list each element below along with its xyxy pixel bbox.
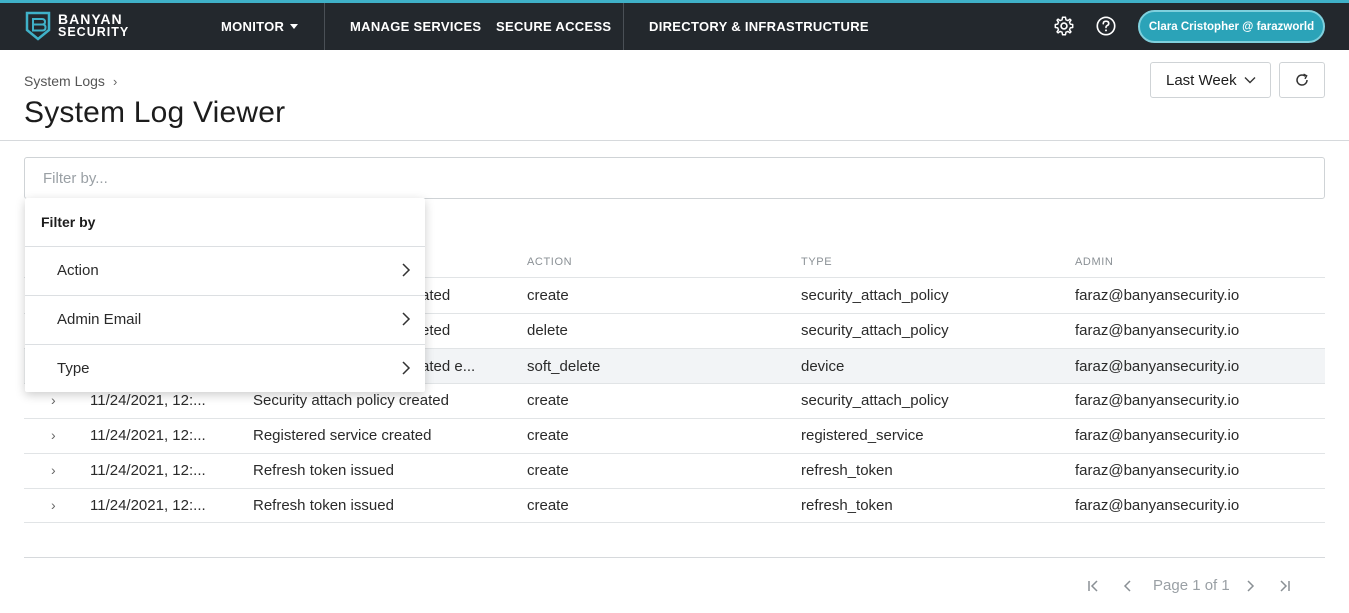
row-date: 11/24/2021, 12:... — [90, 497, 206, 514]
row-admin: faraz@banyansecurity.io — [1075, 358, 1240, 375]
column-header-type[interactable]: TYPE — [801, 256, 832, 268]
row-action: create — [527, 497, 569, 514]
chevron-down-icon — [1244, 77, 1256, 84]
row-type: device — [801, 358, 845, 375]
row-action: create — [527, 392, 569, 409]
breadcrumb-system-logs[interactable]: System Logs — [24, 73, 105, 89]
table-row[interactable]: › 11/24/2021, 12:... Refresh token issue… — [24, 453, 1325, 488]
chevron-right-icon — [402, 361, 411, 375]
gear-icon[interactable] — [1053, 15, 1075, 37]
row-action: create — [527, 462, 569, 479]
row-action: create — [527, 427, 569, 444]
row-action: delete — [527, 322, 568, 339]
row-type: refresh_token — [801, 497, 893, 514]
page-title: System Log Viewer — [24, 96, 286, 129]
row-admin: faraz@banyansecurity.io — [1075, 392, 1240, 409]
table-row[interactable]: › 11/24/2021, 12:... Refresh token issue… — [24, 488, 1325, 523]
user-account-button[interactable]: Clara Cristopher @ farazworld — [1138, 10, 1325, 43]
column-header-action[interactable]: ACTION — [527, 256, 572, 268]
nav-manage-services[interactable]: MANAGE SERVICES — [350, 3, 481, 50]
filter-option-label: Action — [57, 262, 99, 279]
row-admin: faraz@banyansecurity.io — [1075, 427, 1240, 444]
nav-divider — [623, 3, 624, 50]
filter-input[interactable] — [24, 157, 1325, 199]
filter-option-action[interactable]: Action — [25, 247, 425, 295]
nav-divider — [324, 3, 325, 50]
refresh-icon — [1296, 73, 1308, 86]
table-row[interactable]: › 11/24/2021, 12:... Registered service … — [24, 418, 1325, 453]
row-description: Refresh token issued — [253, 462, 394, 479]
row-action: soft_delete — [527, 358, 601, 375]
help-icon[interactable] — [1095, 15, 1117, 37]
filter-option-label: Admin Email — [57, 311, 142, 328]
banyan-logo[interactable]: BANYAN SECURITY — [24, 11, 129, 41]
row-description: Refresh token issued — [253, 497, 394, 514]
nav-monitor[interactable]: MONITOR — [221, 3, 299, 50]
breadcrumb: System Logs › — [24, 73, 117, 89]
caret-down-icon — [290, 24, 299, 29]
time-range-select[interactable]: Last Week — [1150, 62, 1271, 98]
row-description: eted — [421, 322, 451, 339]
first-page-icon[interactable] — [1086, 578, 1102, 594]
expand-chevron-icon[interactable]: › — [51, 488, 56, 523]
last-page-icon[interactable] — [1276, 578, 1292, 594]
row-description: ated — [421, 287, 451, 304]
page-indicator: Page 1 of 1 — [1153, 577, 1230, 594]
row-type: security_attach_policy — [801, 287, 949, 304]
nav-directory-infrastructure[interactable]: DIRECTORY & INFRASTRUCTURE — [649, 3, 869, 50]
filter-menu-title: Filter by — [41, 214, 96, 230]
banyan-shield-icon — [25, 11, 51, 41]
row-admin: faraz@banyansecurity.io — [1075, 462, 1240, 479]
row-type: refresh_token — [801, 462, 893, 479]
filter-dropdown-menu: Filter by Action Admin Email Type — [25, 198, 425, 392]
filter-option-admin-email[interactable]: Admin Email — [25, 296, 425, 344]
row-divider — [24, 522, 1325, 523]
row-type: registered_service — [801, 427, 924, 444]
row-action: create — [527, 287, 569, 304]
brand-subname: SECURITY — [58, 25, 130, 39]
row-admin: faraz@banyansecurity.io — [1075, 322, 1240, 339]
column-header-admin[interactable]: ADMIN — [1075, 256, 1113, 268]
footer-divider — [24, 557, 1325, 558]
expand-chevron-icon[interactable]: › — [51, 453, 56, 488]
row-description: Registered service created — [253, 427, 432, 444]
next-page-icon[interactable] — [1242, 578, 1258, 594]
row-date: 11/24/2021, 12:... — [90, 427, 206, 444]
row-date: 11/24/2021, 12:... — [90, 462, 206, 479]
row-type: security_attach_policy — [801, 322, 949, 339]
top-navigation-bar: BANYAN SECURITY MONITOR MANAGE SERVICES … — [0, 0, 1349, 50]
chevron-right-icon — [402, 263, 411, 277]
previous-page-icon[interactable] — [1120, 578, 1136, 594]
nav-monitor-label: MONITOR — [221, 19, 285, 34]
expand-chevron-icon[interactable]: › — [51, 418, 56, 453]
chevron-right-icon: › — [112, 73, 118, 89]
row-admin: faraz@banyansecurity.io — [1075, 497, 1240, 514]
nav-secure-access[interactable]: SECURE ACCESS — [496, 3, 611, 50]
time-range-value: Last Week — [1166, 71, 1237, 89]
refresh-button[interactable] — [1279, 62, 1325, 98]
chevron-right-icon — [402, 312, 411, 326]
header-divider — [0, 140, 1349, 141]
filter-option-type[interactable]: Type — [25, 345, 425, 393]
filter-option-label: Type — [57, 360, 90, 377]
row-admin: faraz@banyansecurity.io — [1075, 287, 1240, 304]
row-type: security_attach_policy — [801, 392, 949, 409]
row-description: ated e... — [421, 358, 476, 375]
